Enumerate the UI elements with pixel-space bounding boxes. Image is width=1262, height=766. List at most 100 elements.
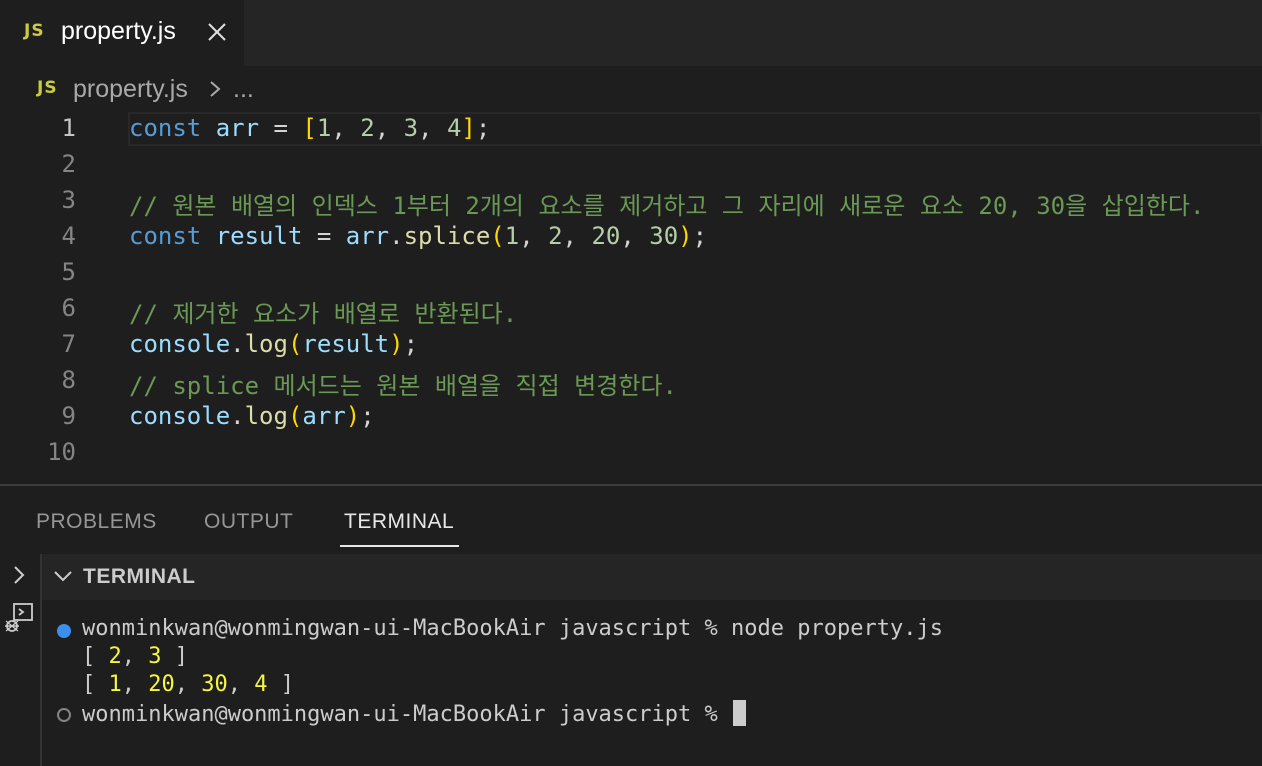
breadcrumb-more[interactable]: ... bbox=[233, 75, 254, 104]
code-token: ( bbox=[287, 402, 303, 430]
line-number: 6 bbox=[61, 294, 76, 322]
line-number: 10 bbox=[47, 438, 76, 466]
code-line[interactable]: 6 // 제거한 요소가 배열로 반환된다. bbox=[0, 292, 1262, 328]
code-token: // splice 메서드는 원본 배열을 직접 변경한다. bbox=[129, 372, 677, 400]
code-token: 20 bbox=[591, 222, 621, 250]
tab-property-js[interactable]: JS property.js bbox=[0, 0, 244, 66]
close-icon[interactable] bbox=[204, 19, 230, 45]
breadcrumb: JS property.js ... bbox=[0, 66, 1262, 112]
code-line[interactable]: 2 bbox=[0, 148, 1262, 184]
terminal-token: ] bbox=[267, 672, 294, 697]
code-token: ; bbox=[403, 330, 419, 358]
code-token: ) bbox=[678, 222, 693, 250]
code-line[interactable]: 8 // splice 메서드는 원본 배열을 직접 변경한다. bbox=[0, 364, 1262, 400]
code-token: [ bbox=[302, 114, 317, 142]
terminal-token: 1 bbox=[108, 672, 122, 697]
terminal-token: [ bbox=[82, 644, 109, 669]
terminal-token: [ bbox=[82, 672, 109, 697]
code-line[interactable]: 10 bbox=[0, 436, 1262, 472]
terminal-token: 2 bbox=[108, 644, 122, 669]
code-token: 2 bbox=[360, 114, 375, 142]
terminal-token: 30 bbox=[201, 672, 228, 697]
code-token: ; bbox=[692, 222, 708, 250]
code-token: = bbox=[259, 114, 303, 142]
code-token: ( bbox=[287, 330, 303, 358]
active-tab-indicator bbox=[340, 545, 459, 547]
debug-console-icon[interactable] bbox=[2, 602, 36, 636]
code-editor[interactable]: 1 const arr = [1, 2, 3, 4]; 2 3// 원본 배열의 인덱… bbox=[0, 112, 1262, 484]
panel-side-strip bbox=[0, 554, 42, 766]
line-number: 8 bbox=[61, 366, 76, 394]
terminal-token: , bbox=[227, 672, 255, 697]
tab-problems[interactable]: PROBLEMS bbox=[36, 510, 157, 534]
code-token: . bbox=[230, 402, 245, 430]
code-line[interactable]: 7 console.log(result); bbox=[0, 328, 1262, 364]
editor-tab-bar: JS property.js bbox=[0, 0, 1262, 66]
code-token: . bbox=[389, 222, 404, 250]
code-token: 2 bbox=[548, 222, 563, 250]
terminal-output-line: [ 1, 20, 30, 4 ] bbox=[82, 672, 294, 697]
code-token: 4 bbox=[446, 114, 462, 142]
code-token: const bbox=[129, 114, 202, 142]
code-token: ) bbox=[389, 330, 404, 358]
code-token: , bbox=[620, 222, 650, 250]
code-token: ; bbox=[360, 402, 375, 430]
code-token: // 제거한 요소가 배열로 반환된다. bbox=[129, 300, 518, 328]
code-text: // splice 메서드는 원본 배열을 직접 변경한다. bbox=[129, 366, 677, 401]
line-number: 2 bbox=[61, 150, 76, 178]
terminal-token: 4 bbox=[254, 672, 268, 697]
terminal-section-header[interactable]: TERMINAL bbox=[42, 554, 1262, 600]
code-token: result bbox=[215, 222, 303, 250]
code-token: , bbox=[519, 222, 549, 250]
terminal-command-line: wonminkwan@wonmingwan-ui-MacBookAir java… bbox=[82, 616, 943, 641]
js-file-icon: JS bbox=[37, 78, 58, 98]
code-line[interactable]: 4 const result = arr.splice(1, 2, 20, 30)… bbox=[0, 220, 1262, 256]
terminal-token: 20 bbox=[148, 672, 175, 697]
js-file-icon: JS bbox=[24, 21, 45, 41]
code-text: const arr = [1, 2, 3, 4]; bbox=[129, 114, 490, 142]
terminal-token: , bbox=[121, 644, 149, 669]
code-token: , bbox=[562, 222, 592, 250]
code-token: , bbox=[418, 114, 447, 142]
code-token: splice bbox=[403, 222, 491, 250]
tab-label: property.js bbox=[61, 17, 176, 45]
code-line[interactable]: 5 bbox=[0, 256, 1262, 292]
tab-output[interactable]: OUTPUT bbox=[204, 510, 293, 534]
code-text: console.log(arr); bbox=[129, 402, 375, 430]
command-success-dot bbox=[57, 624, 71, 638]
terminal-title: TERMINAL bbox=[83, 565, 196, 588]
code-line[interactable]: 1 const arr = [1, 2, 3, 4]; bbox=[0, 112, 1262, 148]
code-line[interactable]: 3 // 원본 배열의 인덱스 1부터 2개의 요소를 제거하고 그 자리에 새로… bbox=[0, 184, 1262, 220]
code-text: // 원본 배열의 인덱스 1부터 2개의 요소를 제거하고 그 자리에 새로운… bbox=[129, 186, 1204, 221]
tab-terminal[interactable]: TERMINAL bbox=[344, 510, 454, 534]
code-token: console bbox=[129, 402, 231, 430]
code-token: , bbox=[374, 114, 404, 142]
line-number: 4 bbox=[61, 222, 76, 250]
line-number: 9 bbox=[61, 402, 76, 430]
code-token: const bbox=[129, 222, 202, 250]
code-token: log bbox=[244, 402, 288, 430]
terminal-prompt-line: wonminkwan@wonmingwan-ui-MacBookAir java… bbox=[82, 700, 747, 727]
code-token: arr bbox=[345, 222, 390, 250]
code-line[interactable]: 9 console.log(arr); bbox=[0, 400, 1262, 436]
code-token: result bbox=[302, 330, 390, 358]
code-token: ( bbox=[490, 222, 505, 250]
terminal[interactable]: wonminkwan@wonmingwan-ui-MacBookAir java… bbox=[42, 600, 1262, 766]
code-token: , bbox=[331, 114, 361, 142]
panel-tab-bar: PROBLEMS OUTPUT TERMINAL bbox=[0, 486, 1262, 554]
terminal-token: , bbox=[121, 672, 149, 697]
breadcrumb-file[interactable]: property.js bbox=[73, 75, 188, 104]
line-number: 7 bbox=[61, 330, 76, 358]
code-text: console.log(result); bbox=[129, 330, 418, 358]
chevron-down-icon[interactable] bbox=[52, 566, 74, 586]
code-token: . bbox=[230, 330, 245, 358]
terminal-cursor[interactable] bbox=[733, 700, 747, 726]
chevron-right-icon[interactable] bbox=[8, 562, 30, 588]
code-token: ] bbox=[461, 114, 476, 142]
line-number: 1 bbox=[61, 114, 76, 142]
chevron-right-icon bbox=[210, 81, 221, 97]
code-token: 1 bbox=[316, 114, 332, 142]
terminal-prompt: wonminkwan@wonmingwan-ui-MacBookAir java… bbox=[82, 616, 732, 641]
